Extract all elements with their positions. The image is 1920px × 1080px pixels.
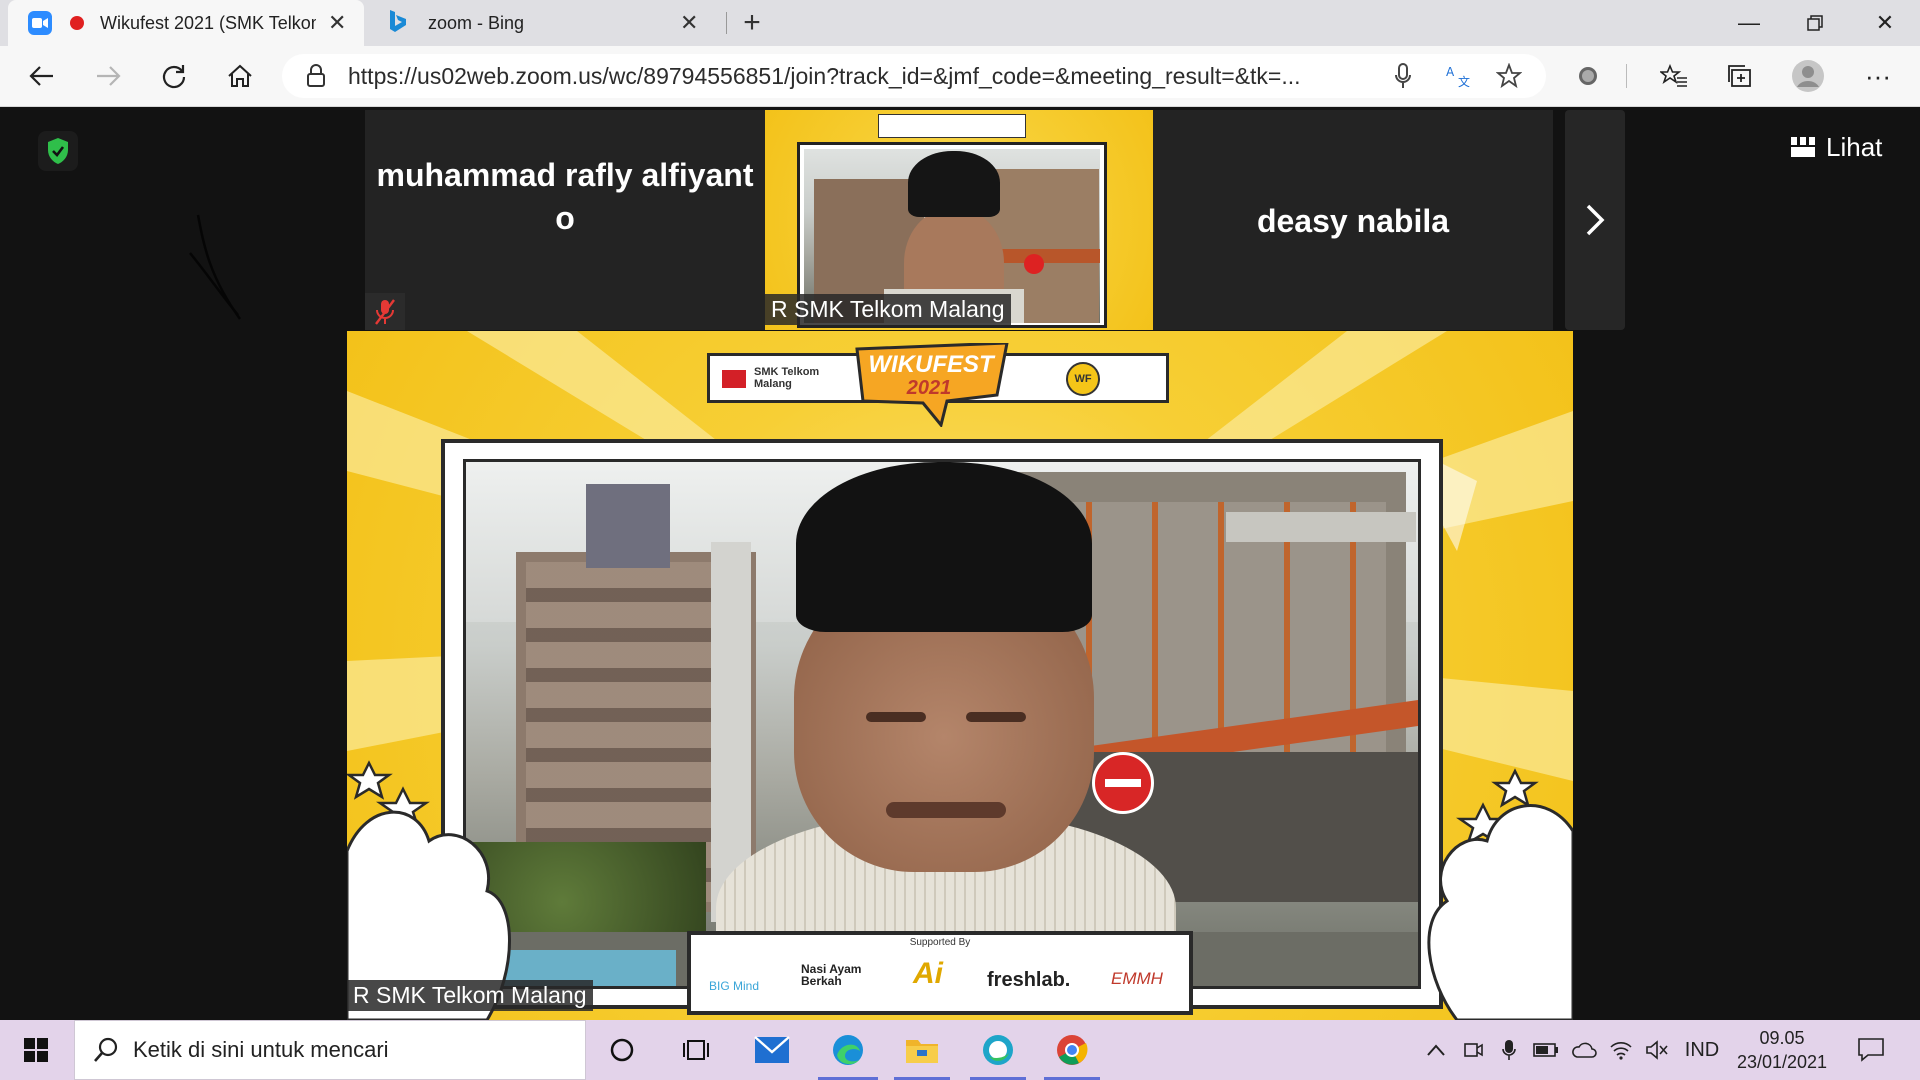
sponsor-nasi-ayam: Nasi Ayam Berkah	[801, 962, 862, 988]
gallery-view-icon	[1791, 137, 1815, 157]
address-bar[interactable]: https://us02web.zoom.us/wc/89794556851/j…	[282, 54, 1546, 98]
browser-tab-strip: Wikufest 2021 (SMK Telkom ✕ zoom - Bing …	[0, 0, 1920, 46]
close-window-button[interactable]: ✕	[1852, 0, 1918, 46]
close-tab-icon[interactable]: ✕	[328, 10, 346, 36]
microphone-tray-icon[interactable]	[1492, 1020, 1526, 1080]
home-button[interactable]	[218, 56, 262, 96]
participant-tile[interactable]: muhammad rafly alfiyant o	[365, 110, 765, 330]
clock[interactable]: 09.05 23/01/2021	[1728, 1026, 1836, 1076]
star-decorations	[347, 760, 1573, 1020]
main-speaker-name-tag: R SMK Telkom Malang	[347, 980, 593, 1011]
meet-now-icon[interactable]	[1456, 1020, 1490, 1080]
url-text[interactable]: https://us02web.zoom.us/wc/89794556851/j…	[348, 54, 1301, 98]
tab-wikufest[interactable]: Wikufest 2021 (SMK Telkom ✕	[8, 0, 364, 46]
sponsor-ai: Ai	[913, 957, 943, 990]
favorite-star-icon[interactable]	[1495, 62, 1523, 94]
participant-tile[interactable]: deasy nabila	[1153, 110, 1553, 330]
recording-dot-icon	[70, 16, 84, 30]
back-button[interactable]	[20, 56, 64, 96]
new-tab-button[interactable]: +	[734, 0, 770, 46]
opera-icon[interactable]	[976, 1028, 1020, 1072]
extension-icon[interactable]	[1566, 56, 1610, 96]
tab-divider	[726, 12, 727, 34]
svg-text:A: A	[1446, 65, 1455, 79]
participant-name: muhammad rafly alfiyant o	[376, 157, 754, 236]
file-explorer-icon[interactable]	[900, 1028, 944, 1072]
svg-text:文: 文	[1458, 74, 1470, 88]
zoom-icon	[28, 11, 52, 35]
refresh-button[interactable]	[152, 56, 196, 96]
battery-icon[interactable]	[1528, 1020, 1564, 1080]
chrome-icon[interactable]	[1050, 1028, 1094, 1072]
lock-icon[interactable]	[306, 64, 326, 93]
sponsor-freshlab: freshlab.	[987, 969, 1071, 991]
onedrive-icon[interactable]	[1566, 1020, 1602, 1080]
mail-icon[interactable]	[750, 1028, 794, 1072]
sponsors-bar: Supported By BIG Mind Nasi Ayam Berkah A…	[687, 931, 1193, 1015]
task-view-icon[interactable]	[674, 1028, 718, 1072]
collections-icon[interactable]	[1718, 56, 1762, 96]
wifi-icon[interactable]	[1604, 1020, 1638, 1080]
taskbar-search-box[interactable]: Ketik di sini untuk mencari	[74, 1020, 586, 1080]
bing-icon	[388, 9, 408, 38]
banner-thumbnail	[878, 114, 1026, 138]
annotation-scribble	[189, 214, 242, 320]
participant-video-tile[interactable]: R SMK Telkom Malang	[765, 110, 1153, 330]
tab-label: Wikufest 2021 (SMK Telkom	[100, 12, 316, 33]
translate-icon[interactable]: A文	[1446, 64, 1472, 93]
navigation-bar: https://us02web.zoom.us/wc/89794556851/j…	[0, 46, 1920, 107]
next-page-button[interactable]	[1565, 110, 1625, 330]
participant-name-tag: R SMK Telkom Malang	[765, 294, 1011, 325]
sponsor-emmh: EMMH	[1111, 969, 1163, 988]
favorites-icon[interactable]	[1652, 56, 1696, 96]
zoom-meeting-area: muhammad rafly alfiyant o R SMK Telkom M…	[0, 107, 1920, 1020]
participant-name: deasy nabila	[1256, 203, 1450, 239]
close-tab-icon[interactable]: ✕	[680, 10, 698, 36]
clock-date: 23/01/2021	[1736, 1052, 1828, 1072]
cortana-icon[interactable]	[600, 1028, 644, 1072]
windows-taskbar: Ketik di sini untuk mencari IND 09.05 23…	[0, 1020, 1920, 1080]
toolbar-divider	[1626, 64, 1627, 88]
main-speaker-video: SMK Telkom Malang WF WIKUFEST 2021 Suppo…	[347, 331, 1573, 1020]
muted-microphone-icon	[365, 293, 405, 330]
windows-logo-icon	[24, 1038, 48, 1062]
search-placeholder: Ketik di sini untuk mencari	[133, 1037, 389, 1062]
input-language[interactable]: IND	[1676, 1020, 1728, 1080]
volume-muted-icon[interactable]	[1640, 1020, 1674, 1080]
microphone-icon[interactable]	[1394, 63, 1412, 94]
security-shield-icon[interactable]	[38, 131, 78, 171]
clock-time: 09.05	[1759, 1028, 1805, 1048]
search-icon	[94, 1037, 118, 1062]
profile-avatar[interactable]	[1786, 56, 1830, 96]
view-button-label: Lihat	[1826, 131, 1883, 162]
notification-center-icon[interactable]	[1846, 1020, 1896, 1080]
sponsors-heading: Supported By	[909, 937, 971, 948]
more-menu-icon[interactable]: ···	[1856, 56, 1900, 96]
tab-bing[interactable]: zoom - Bing ✕	[372, 0, 720, 46]
restore-button[interactable]	[1782, 0, 1848, 46]
tab-label: zoom - Bing	[428, 12, 525, 33]
sponsor-bigmind: BIG Mind	[709, 979, 760, 993]
show-hidden-icons-button[interactable]	[1418, 1020, 1454, 1080]
minimize-button[interactable]: —	[1716, 0, 1782, 46]
edge-icon[interactable]	[826, 1028, 870, 1072]
view-button[interactable]: Lihat	[1790, 127, 1882, 167]
start-button[interactable]	[14, 1032, 58, 1068]
forward-button[interactable]	[86, 56, 130, 96]
